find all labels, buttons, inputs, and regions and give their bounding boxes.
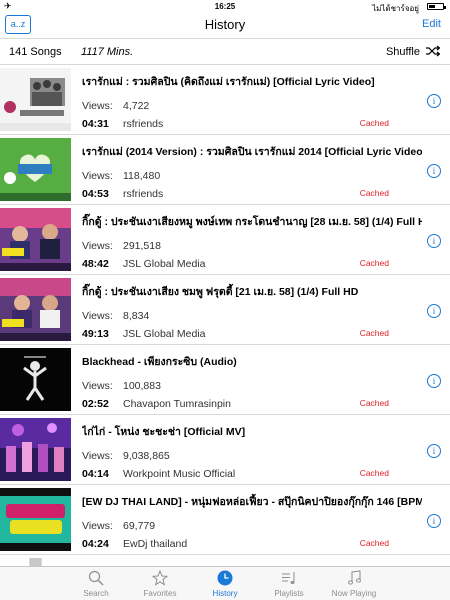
cached-badge: Cached [359,188,389,198]
tab-playlists[interactable]: Playlists [257,567,321,600]
song-row[interactable]: ไก่ไก่ - โหน่ง ชะชะช่า [Official MV] Vie… [0,415,450,485]
info-icon[interactable]: i [427,304,441,318]
song-title: เรารักแม่ : รวมศิลปิน (คิดถึงแม่ เรารักแ… [82,76,375,88]
playlist-icon [282,572,295,584]
views-label: Views: [82,450,113,462]
view-count: 291,518 [123,240,161,252]
cached-badge: Cached [359,538,389,548]
song-title: กิ๊กดู้ : ประชันเงาเสียง ชมพู ฟรุตตี้ [2… [82,286,359,298]
channel-name: Chavapon Tumrasinpin [123,398,231,410]
song-row[interactable]: เรารักแม่ (2014 Version) : รวมศิลปิน เรา… [0,135,450,205]
views-label: Views: [82,100,113,112]
views-label: Views: [82,310,113,322]
video-thumbnail [0,68,71,131]
tab-label: Favorites [143,589,177,598]
cached-badge: Cached [359,398,389,408]
song-row[interactable]: เรารักแม่ : รวมศิลปิน (คิดถึงแม่ เรารักแ… [0,65,450,135]
song-duration: 49:13 [82,328,109,340]
view-count: 118,480 [123,170,161,182]
navigation-bar: a..z History Edit [0,13,450,38]
video-thumbnail [0,488,71,551]
tab-label: Playlists [274,589,304,598]
cached-badge: Cached [359,258,389,268]
channel-name: EwDj thailand [123,538,188,550]
info-icon[interactable]: i [427,164,441,178]
video-thumbnail [0,348,71,411]
channel-name: JSL Global Media [123,328,206,340]
song-title: [EW DJ THAI LAND] - หนุ่มฟอหล่อเฟี้ยว - … [82,496,422,508]
views-label: Views: [82,520,113,532]
tab-bar: Search Favorites History Playlists Now P… [0,566,450,600]
search-icon [88,570,104,586]
song-row[interactable]: กิ๊กดู้ : ประชันเงาเสียงหมู พงษ์เทพ กระโ… [0,205,450,275]
song-row[interactable]: [EW DJ THAI LAND] - หนุ่มฟอหล่อเฟี้ยว - … [0,485,450,555]
song-row[interactable]: กิ๊กดู้ : ประชันเงาเสียง ชมพู ฟรุตตี้ [2… [0,275,450,345]
song-duration: 04:24 [82,538,109,550]
battery-icon [427,3,446,10]
tab-now-playing[interactable]: Now Playing [322,567,386,600]
video-thumbnail [0,278,71,341]
channel-name: Workpoint Music Official [123,468,236,480]
song-title: กิ๊กดู้ : ประชันเงาเสียงหมู พงษ์เทพ กระโ… [82,216,422,228]
music-note-icon [348,570,361,585]
channel-name: JSL Global Media [123,258,206,270]
view-count: 4,722 [123,100,150,112]
tab-favorites[interactable]: Favorites [128,567,192,600]
video-thumbnail [0,208,71,271]
shuffle-button[interactable]: Shuffle [386,46,420,58]
view-count: 8,834 [123,310,150,322]
total-minutes: 1117 Mins. [81,46,134,58]
views-label: Views: [82,240,113,252]
edit-button[interactable]: Edit [422,18,441,30]
cached-badge: Cached [359,328,389,338]
song-count: 141 Songs [9,46,62,58]
channel-name: rsfriends [123,118,164,130]
info-icon[interactable]: i [427,374,441,388]
view-count: 9,038,865 [123,450,170,462]
tab-search[interactable]: Search [64,567,128,600]
video-thumbnail [0,138,71,201]
page-title: History [204,17,246,32]
info-icon[interactable]: i [427,234,441,248]
view-count: 69,779 [123,520,156,532]
star-icon [152,570,168,586]
views-label: Views: [82,380,113,392]
video-thumbnail [0,418,71,481]
tab-label: Search [83,589,109,598]
clock-icon [217,570,233,586]
tab-label: History [212,589,238,598]
cached-badge: Cached [359,468,389,478]
shuffle-icon[interactable] [426,45,440,57]
song-title: ไก่ไก่ - โหน่ง ชะชะช่า [Official MV] [82,426,246,438]
tab-history[interactable]: History [193,567,257,600]
status-bar: ✈ 16:25 ไม่ได้ชาร์จอยู่ [0,0,450,13]
song-duration: 02:52 [82,398,109,410]
video-thumbnail [29,558,42,566]
info-icon[interactable]: i [427,94,441,108]
song-row[interactable] [0,555,450,566]
info-icon[interactable]: i [427,514,441,528]
song-duration: 04:14 [82,468,109,480]
views-label: Views: [82,170,113,182]
cached-badge: Cached [359,118,389,128]
history-summary: 141 Songs 1117 Mins. Shuffle [0,38,450,65]
song-duration: 04:53 [82,188,109,200]
song-title: Blackhead - เพียงกระซิบ (Audio) [82,356,237,368]
song-duration: 48:42 [82,258,109,270]
song-title: เรารักแม่ (2014 Version) : รวมศิลปิน เรา… [82,146,422,158]
info-icon[interactable]: i [427,444,441,458]
song-row[interactable]: Blackhead - เพียงกระซิบ (Audio) Views: 1… [0,345,450,415]
song-duration: 04:31 [82,118,109,130]
song-list[interactable]: เรารักแม่ : รวมศิลปิน (คิดถึงแม่ เรารักแ… [0,65,450,566]
view-count: 100,883 [123,380,161,392]
tab-label: Now Playing [331,589,377,598]
channel-name: rsfriends [123,188,164,200]
